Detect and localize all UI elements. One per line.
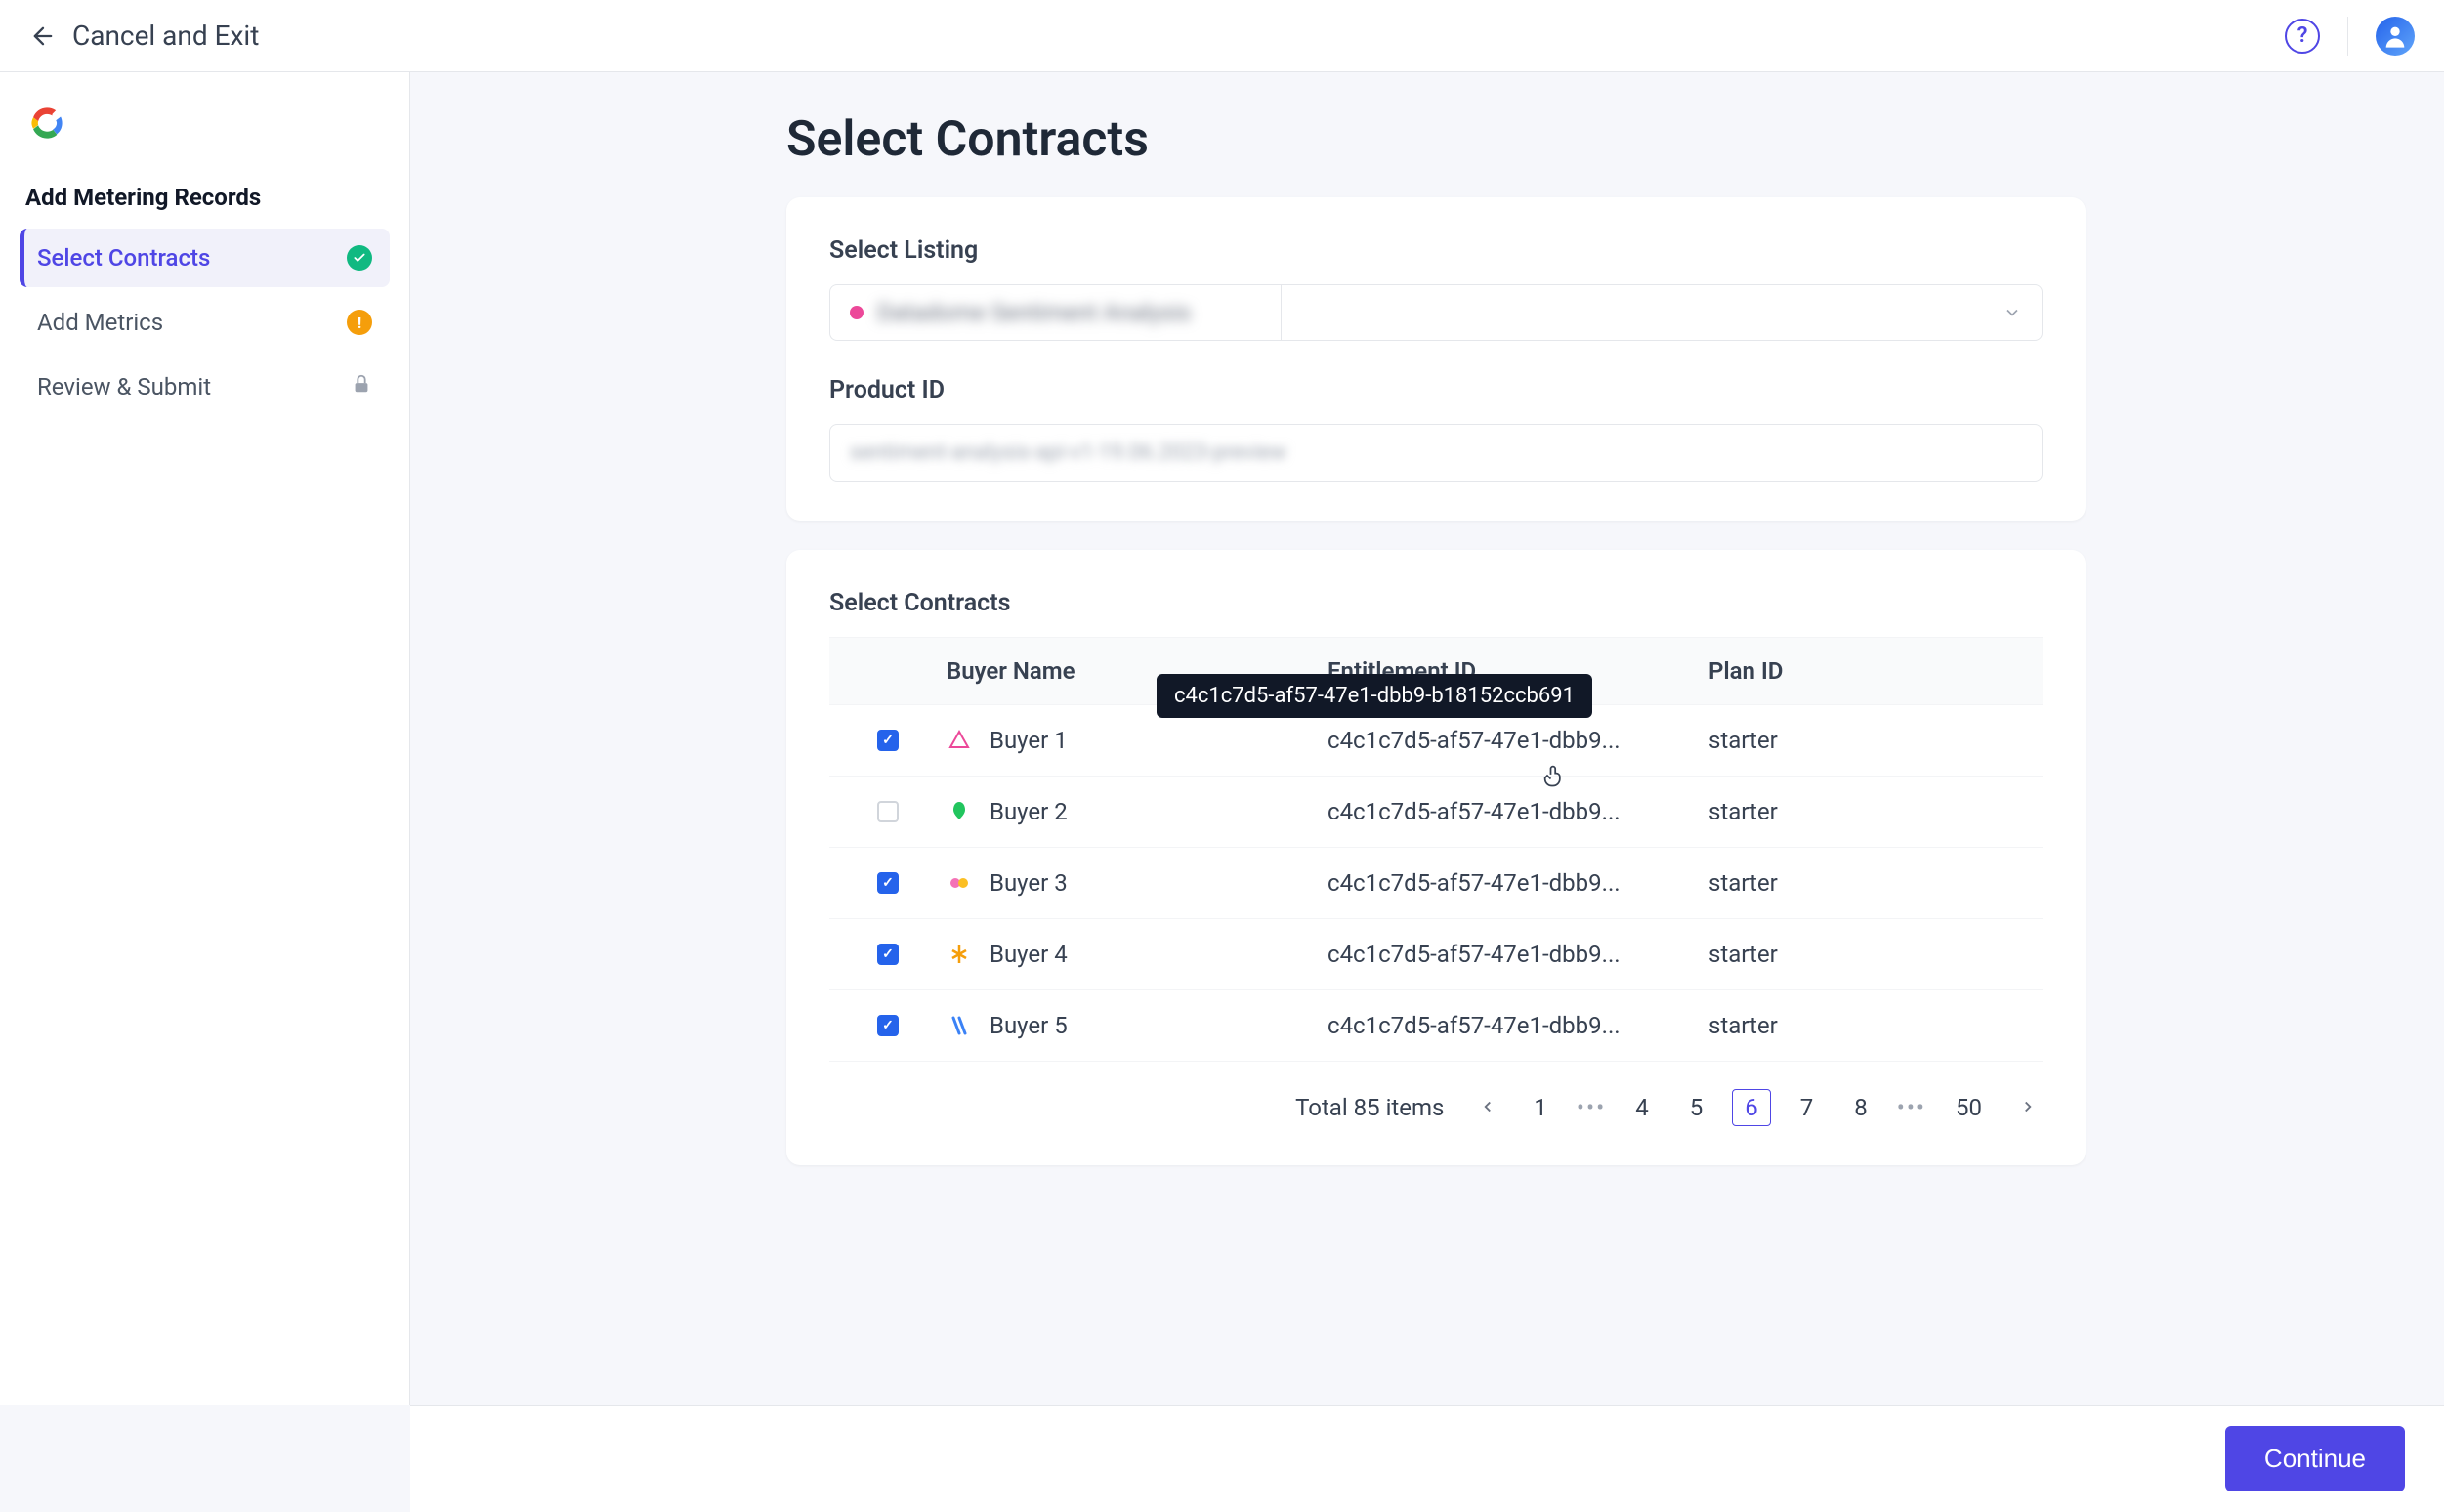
- entitlement-id[interactable]: c4c1c7d5-af57-47e1-dbb9...: [1327, 869, 1621, 897]
- listing-dot-icon: [850, 306, 864, 319]
- footer: Continue: [410, 1405, 2444, 1512]
- product-id-input[interactable]: sentiment-analysis-api-v1-19.06.2023-pre…: [829, 424, 2043, 482]
- entitlement-tooltip: c4c1c7d5-af57-47e1-dbb9-b18152ccb691: [1157, 674, 1592, 718]
- continue-button[interactable]: Continue: [2225, 1426, 2405, 1491]
- cancel-exit-button[interactable]: Cancel and Exit: [29, 20, 259, 52]
- warning-circle-icon: !: [347, 310, 372, 335]
- select-contracts-label: Select Contracts: [829, 589, 2043, 617]
- chevron-right-icon: [2019, 1098, 2037, 1115]
- header-divider: [2347, 17, 2348, 56]
- plan-id: starter: [1708, 798, 1778, 825]
- page-title: Select Contracts: [786, 111, 2086, 168]
- plan-id: starter: [1708, 869, 1778, 897]
- row-checkbox[interactable]: [877, 1015, 899, 1036]
- table-row: Buyer 1c4c1c7d5-af57-47e1-dbb9...c4c1c7d…: [829, 705, 2043, 777]
- pagination-ellipsis: •••: [1897, 1094, 1926, 1121]
- entitlement-id[interactable]: c4c1c7d5-af57-47e1-dbb9...: [1327, 941, 1621, 968]
- table-row: Buyer 2 c4c1c7d5-af57-47e1-dbb9... starter: [829, 777, 2043, 848]
- contracts-card: Select Contracts Buyer Name Entitlement …: [786, 550, 2086, 1165]
- cursor-pointer-icon: [1540, 762, 1568, 795]
- row-checkbox[interactable]: [877, 872, 899, 894]
- listing-text: Datadome Sentiment Analysis: [877, 299, 1191, 326]
- sidebar-step-1[interactable]: Add Metrics!: [20, 293, 390, 352]
- pagination-prev[interactable]: [1473, 1090, 1502, 1125]
- contracts-table: Buyer Name Entitlement ID Plan ID Buyer …: [829, 637, 2043, 1062]
- buyer-logo-icon: [947, 799, 972, 824]
- row-checkbox[interactable]: [877, 944, 899, 965]
- sidebar-step-2[interactable]: Review & Submit: [20, 357, 390, 416]
- sidebar: Add Metering Records Select Contracts Add…: [0, 72, 410, 1405]
- pagination-ellipsis: •••: [1577, 1094, 1606, 1121]
- chevron-down-icon: [2002, 303, 2022, 322]
- col-plan-id: Plan ID: [1708, 657, 1962, 685]
- pagination: Total 85 items 1 ••• 45678 ••• 50: [829, 1062, 2043, 1126]
- step-label: Add Metrics: [37, 309, 163, 336]
- buyer-logo-icon: [947, 942, 972, 967]
- help-icon[interactable]: ?: [2285, 19, 2320, 54]
- entitlement-id[interactable]: c4c1c7d5-af57-47e1-dbb9...: [1327, 798, 1621, 825]
- entitlement-id[interactable]: c4c1c7d5-af57-47e1-dbb9...: [1327, 727, 1621, 754]
- user-avatar[interactable]: [2376, 17, 2415, 56]
- pagination-page-5[interactable]: 5: [1678, 1090, 1715, 1125]
- cancel-exit-label: Cancel and Exit: [72, 20, 259, 52]
- plan-id: starter: [1708, 941, 1778, 968]
- entitlement-id[interactable]: c4c1c7d5-af57-47e1-dbb9...: [1327, 1012, 1621, 1039]
- buyer-logo-icon: [947, 1013, 972, 1038]
- table-row: Buyer 3 c4c1c7d5-af57-47e1-dbb9... starter: [829, 848, 2043, 919]
- step-label: Review & Submit: [37, 373, 211, 400]
- top-header: Cancel and Exit ?: [0, 0, 2444, 72]
- buyer-name: Buyer 5: [990, 1012, 1068, 1039]
- header-right: ?: [2285, 17, 2415, 56]
- cloud-logo-icon: [25, 102, 390, 145]
- chevron-left-icon: [1479, 1098, 1496, 1115]
- row-checkbox[interactable]: [877, 730, 899, 751]
- buyer-logo-icon: [947, 870, 972, 896]
- buyer-name: Buyer 4: [990, 941, 1068, 968]
- listing-display: Datadome Sentiment Analysis: [829, 284, 1281, 341]
- back-arrow-icon: [29, 22, 57, 50]
- buyer-name: Buyer 1: [990, 727, 1068, 754]
- buyer-logo-icon: [947, 728, 972, 753]
- check-circle-icon: [347, 245, 372, 271]
- listing-card: Select Listing Datadome Sentiment Analys…: [786, 197, 2086, 521]
- sidebar-step-0[interactable]: Select Contracts: [20, 229, 390, 287]
- table-row: Buyer 4 c4c1c7d5-af57-47e1-dbb9... starter: [829, 919, 2043, 990]
- buyer-name: Buyer 2: [990, 798, 1068, 825]
- pagination-page-8[interactable]: 8: [1842, 1090, 1879, 1125]
- row-checkbox[interactable]: [877, 801, 899, 822]
- pagination-page-50[interactable]: 50: [1944, 1090, 1994, 1125]
- pagination-page-4[interactable]: 4: [1623, 1090, 1661, 1125]
- plan-id: starter: [1708, 1012, 1778, 1039]
- pagination-next[interactable]: [2013, 1090, 2043, 1125]
- buyer-name: Buyer 3: [990, 869, 1068, 897]
- listing-select-dropdown[interactable]: [1281, 284, 2043, 341]
- plan-id: starter: [1708, 727, 1778, 754]
- select-listing-label: Select Listing: [829, 236, 2043, 265]
- product-id-value: sentiment-analysis-api-v1-19.06.2023-pre…: [850, 441, 1286, 465]
- product-id-label: Product ID: [829, 376, 2043, 404]
- lock-icon: [351, 373, 372, 400]
- step-label: Select Contracts: [37, 244, 210, 272]
- pagination-total: Total 85 items: [1295, 1094, 1444, 1121]
- pagination-page-1[interactable]: 1: [1522, 1090, 1559, 1125]
- table-row: Buyer 5 c4c1c7d5-af57-47e1-dbb9... starter: [829, 990, 2043, 1062]
- main-content: Select Contracts Select Listing Datadome…: [410, 72, 2444, 1405]
- pagination-page-7[interactable]: 7: [1789, 1090, 1826, 1125]
- pagination-page-6[interactable]: 6: [1732, 1089, 1771, 1126]
- sidebar-title: Add Metering Records: [20, 184, 390, 211]
